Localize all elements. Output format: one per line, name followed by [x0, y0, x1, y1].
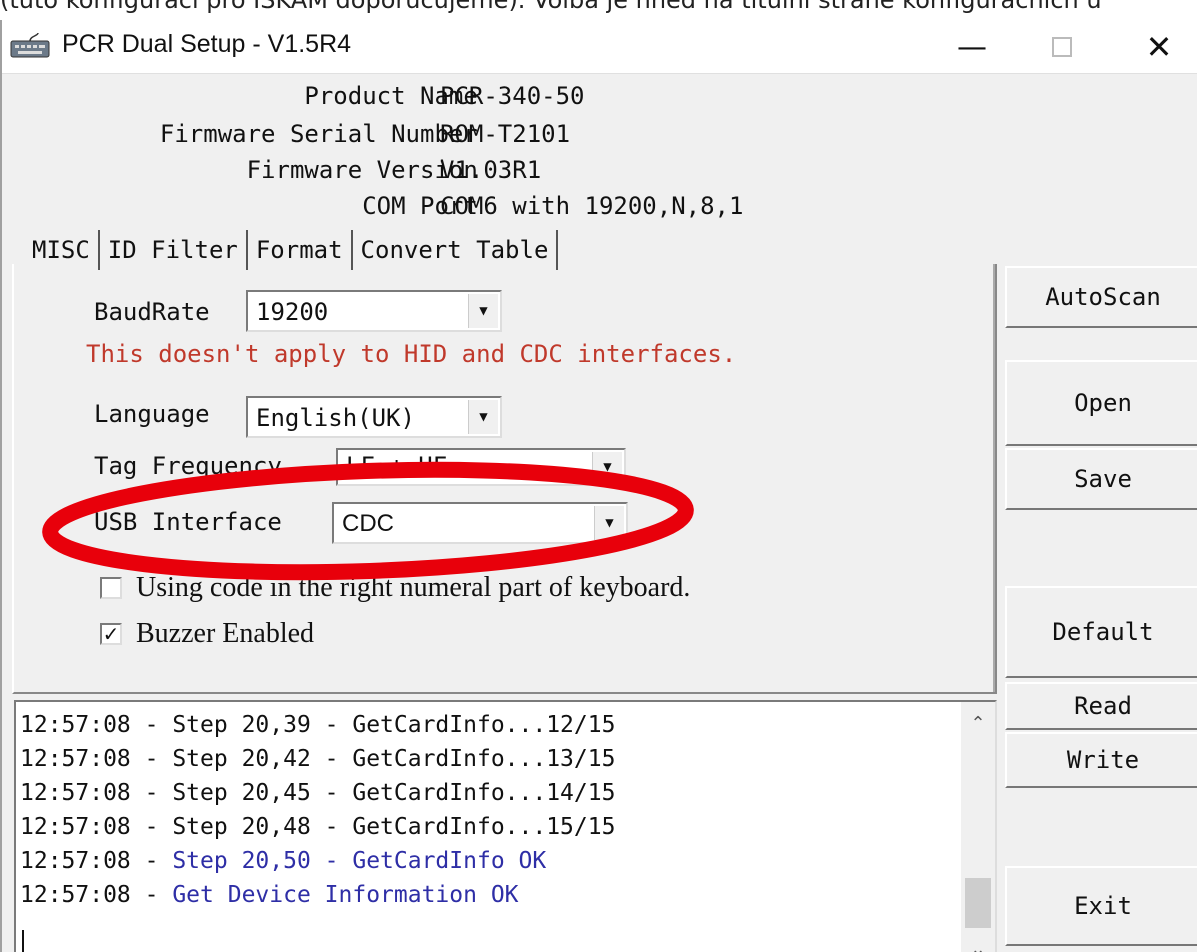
minimize-icon: — — [957, 29, 987, 65]
autoscan-button[interactable]: AutoScan — [1005, 266, 1197, 328]
log-line: 12:57:08 - Step 20,48 - GetCardInfo...15… — [20, 814, 615, 840]
open-button[interactable]: Open — [1005, 360, 1197, 446]
exit-button[interactable]: Exit — [1005, 866, 1197, 946]
write-button[interactable]: Write — [1005, 732, 1197, 788]
setup-window: PCR Dual Setup - V1.5R4 — ✕ Product Name… — [0, 20, 1197, 952]
com-port-label: COM Port — [362, 192, 478, 220]
maximize-button[interactable] — [1027, 24, 1097, 70]
firmware-version-value: V1.03R1 — [440, 156, 542, 184]
log-line: 12:57:08 - Step 20,50 - GetCardInfo OK — [20, 848, 546, 874]
buzzer-checkbox[interactable]: ✓ Buzzer Enabled — [100, 618, 314, 650]
close-icon: ✕ — [1145, 28, 1173, 66]
save-button[interactable]: Save — [1005, 448, 1197, 510]
chevron-down-icon[interactable]: ▼ — [468, 400, 498, 434]
read-button[interactable]: Read — [1005, 682, 1197, 730]
scroll-thumb[interactable] — [965, 878, 991, 928]
language-select[interactable]: English(UK) ▼ — [246, 396, 502, 438]
log-timestamp: 12:57:08 - — [20, 848, 173, 874]
tag-frequency-value: LF + HF — [346, 452, 448, 480]
window-title: PCR Dual Setup - V1.5R4 — [62, 30, 352, 58]
log-message: Step 20,45 - GetCardInfo...14/15 — [172, 780, 616, 806]
tag-frequency-label: Tag Frequency — [94, 452, 282, 480]
chevron-down-icon[interactable]: ▼ — [592, 452, 622, 482]
log-timestamp: 12:57:08 - — [20, 780, 173, 806]
scroll-up-icon[interactable]: ⌃ — [961, 706, 995, 740]
chevron-down-icon[interactable]: ▼ — [594, 506, 624, 540]
log-line: 12:57:08 - Step 20,39 - GetCardInfo...12… — [20, 712, 615, 738]
com-port-value: COM6 with 19200,N,8,1 — [440, 192, 744, 220]
product-name-value: PCR-340-50 — [440, 82, 585, 110]
tag-frequency-select[interactable]: LF + HF ▼ — [336, 448, 626, 486]
firmware-serial-value: ROM-T2101 — [440, 120, 571, 148]
log-message: Step 20,42 - GetCardInfo...13/15 — [172, 746, 616, 772]
log-line: 12:57:08 - Step 20,45 - GetCardInfo...14… — [20, 780, 615, 806]
log-timestamp: 12:57:08 - — [20, 814, 173, 840]
page-context-text: (tuto konfiguraci pro ISKAM doporučujeme… — [0, 0, 1102, 14]
checkbox-box[interactable] — [100, 577, 122, 599]
buzzer-label: Buzzer Enabled — [136, 618, 315, 649]
text-caret — [22, 930, 24, 952]
product-name-label: Product Name — [304, 82, 478, 110]
baudrate-value: 19200 — [256, 298, 329, 326]
log-line: 12:57:08 - Get Device Information OK — [20, 882, 519, 908]
log-textbox[interactable]: 12:57:08 - Step 20,39 - GetCardInfo...12… — [14, 700, 997, 952]
usb-interface-select[interactable]: CDC ▼ — [332, 502, 628, 544]
log-timestamp: 12:57:08 - — [20, 712, 173, 738]
scroll-down-icon[interactable]: ⌄ — [961, 932, 995, 952]
baudrate-select[interactable]: 19200 ▼ — [246, 290, 502, 332]
log-scrollbar[interactable]: ⌃ ⌄ — [961, 702, 995, 952]
usb-interface-label: USB Interface — [94, 508, 282, 536]
baudrate-label: BaudRate — [94, 298, 210, 326]
checkmark-icon[interactable]: ✓ — [100, 622, 122, 646]
firmware-serial-label: Firmware Serial Number — [159, 120, 478, 148]
log-timestamp: 12:57:08 - — [20, 746, 173, 772]
log-message: Get Device Information OK — [172, 882, 519, 908]
title-bar[interactable]: PCR Dual Setup - V1.5R4 — ✕ — [2, 20, 1197, 74]
minimize-button[interactable]: — — [937, 24, 1007, 70]
language-value: English(UK) — [256, 404, 415, 432]
close-button[interactable]: ✕ — [1124, 24, 1194, 70]
firmware-version-label: Firmware Version — [246, 156, 478, 184]
baudrate-warning: This doesn't apply to HID and CDC interf… — [86, 340, 737, 368]
log-message: Step 20,48 - GetCardInfo...15/15 — [172, 814, 616, 840]
log-message: Step 20,39 - GetCardInfo...12/15 — [172, 712, 616, 738]
log-message: Step 20,50 - GetCardInfo OK — [172, 848, 547, 874]
chevron-down-icon[interactable]: ▼ — [468, 294, 498, 328]
default-button[interactable]: Default — [1005, 586, 1197, 678]
numeral-keyboard-checkbox[interactable]: Using code in the right numeral part of … — [100, 572, 690, 604]
usb-interface-value: CDC — [342, 510, 394, 537]
log-timestamp: 12:57:08 - — [20, 882, 173, 908]
maximize-icon — [1052, 37, 1072, 57]
log-line: 12:57:08 - Step 20,42 - GetCardInfo...13… — [20, 746, 615, 772]
numeral-keyboard-label: Using code in the right numeral part of … — [136, 572, 691, 603]
language-label: Language — [94, 400, 210, 428]
